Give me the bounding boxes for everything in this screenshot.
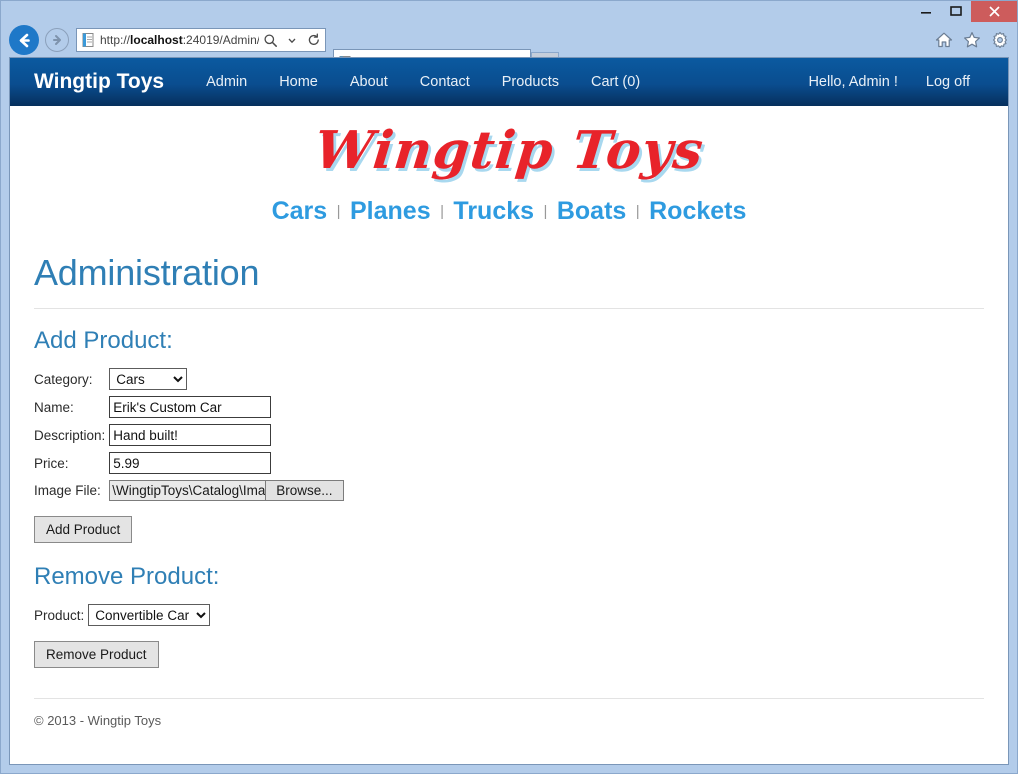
product-label: Product:: [34, 607, 85, 623]
nav-item-cart[interactable]: Cart (0): [575, 74, 656, 90]
form-row-description: Description:: [34, 421, 344, 449]
add-product-button[interactable]: Add Product: [34, 516, 133, 543]
title-bar: [1, 1, 1017, 23]
product-select[interactable]: Convertible Car: [88, 604, 211, 626]
forward-arrow-icon: [53, 35, 61, 45]
main-content: Administration Add Product: Category: Ca…: [10, 252, 1008, 738]
home-icon[interactable]: [933, 29, 955, 51]
image-file-label: Image File:: [34, 483, 101, 498]
back-arrow-icon: [19, 33, 30, 47]
category-separator: |: [440, 203, 444, 220]
window-controls: [911, 1, 1017, 22]
price-label: Price:: [34, 455, 69, 471]
category-select[interactable]: Cars: [109, 368, 188, 390]
back-button[interactable]: [9, 25, 39, 55]
settings-gear-icon[interactable]: [989, 29, 1011, 51]
category-link-trucks[interactable]: Trucks: [453, 197, 534, 225]
page-title: Administration: [34, 252, 260, 293]
description-input[interactable]: [109, 424, 272, 446]
category-link-cars[interactable]: Cars: [272, 197, 328, 225]
description-label: Description:: [34, 427, 106, 443]
name-label: Name:: [34, 399, 74, 415]
category-link-boats[interactable]: Boats: [557, 197, 626, 225]
close-button[interactable]: [971, 1, 1017, 22]
forward-button[interactable]: [45, 28, 69, 52]
remove-product-heading: Remove Product:: [34, 563, 220, 590]
remove-product-form: Product: Convertible Car: [34, 601, 211, 629]
chevron-down-icon[interactable]: [281, 29, 303, 51]
url-text: http://localhost:24019/Admin/A: [100, 33, 259, 47]
form-row-image: Image File: \WingtipToys\Catalog\Ima Bro…: [34, 477, 344, 504]
maximize-button[interactable]: [941, 1, 971, 21]
nav-item-about[interactable]: About: [334, 74, 404, 90]
add-product-form: Category: Cars Name: Description:: [34, 365, 344, 504]
logoff-link[interactable]: Log off: [912, 74, 984, 90]
main-nav-links: Admin Home About Contact Products Cart (…: [190, 74, 656, 90]
form-row-product: Product: Convertible Car: [34, 601, 211, 629]
price-input[interactable]: [109, 452, 272, 474]
browse-button[interactable]: Browse...: [265, 480, 344, 501]
form-row-price: Price:: [34, 449, 344, 477]
form-row-category: Category: Cars: [34, 365, 344, 393]
nav-item-contact[interactable]: Contact: [404, 74, 486, 90]
favorites-star-icon[interactable]: [961, 29, 983, 51]
browser-toolbar: http://localhost:24019/Admin/A: [1, 23, 1017, 76]
search-icon[interactable]: [259, 29, 281, 51]
title-divider: [34, 308, 984, 309]
form-row-name: Name:: [34, 393, 344, 421]
add-product-heading: Add Product:: [34, 327, 173, 354]
category-links: Cars | Planes | Trucks | Boats | Rockets: [10, 181, 1008, 230]
user-nav: Hello, Admin ! Log off: [794, 58, 984, 106]
browser-window: http://localhost:24019/Admin/A: [0, 0, 1018, 774]
page-viewport: Wingtip Toys Admin Home About Contact Pr…: [9, 57, 1009, 765]
category-link-planes[interactable]: Planes: [350, 197, 431, 225]
page-document-icon: [80, 32, 96, 48]
refresh-icon[interactable]: [303, 29, 325, 51]
logo-container: Wingtip Toys: [10, 106, 1008, 181]
category-separator: |: [336, 203, 341, 220]
nav-item-products[interactable]: Products: [486, 74, 575, 90]
image-file-input[interactable]: \WingtipToys\Catalog\Ima Browse...: [109, 480, 344, 501]
site-navbar: Wingtip Toys Admin Home About Contact Pr…: [10, 58, 1008, 106]
address-bar[interactable]: http://localhost:24019/Admin/A: [76, 28, 326, 52]
category-separator: |: [543, 203, 548, 220]
wingtip-toys-logo: Wingtip Toys: [311, 120, 707, 181]
user-greeting[interactable]: Hello, Admin !: [794, 74, 911, 90]
minimize-button[interactable]: [911, 1, 941, 21]
footer-divider: [34, 698, 984, 699]
nav-item-home[interactable]: Home: [263, 74, 334, 90]
category-label: Category:: [34, 371, 93, 387]
nav-item-admin[interactable]: Admin: [190, 74, 263, 90]
toolbar-icons: [933, 29, 1011, 51]
footer-text: © 2013 - Wingtip Toys: [34, 713, 162, 728]
remove-product-button[interactable]: Remove Product: [34, 641, 159, 668]
name-input[interactable]: [109, 396, 272, 418]
remove-product-section: Remove Product: Product: Convertible Car…: [34, 563, 984, 668]
category-link-rockets[interactable]: Rockets: [649, 197, 746, 225]
category-separator: |: [635, 203, 640, 220]
site-brand[interactable]: Wingtip Toys: [34, 70, 164, 94]
image-file-path: \WingtipToys\Catalog\Ima: [109, 480, 266, 501]
